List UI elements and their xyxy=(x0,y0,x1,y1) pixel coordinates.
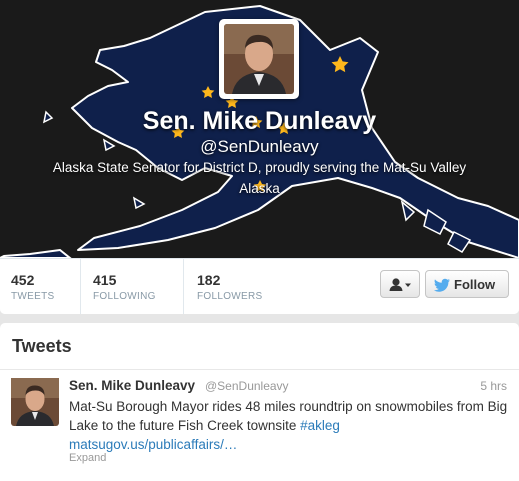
profile-location: Alaska xyxy=(239,181,280,196)
profile-bio-line: Alaska State Senator for District D, pro… xyxy=(52,160,467,175)
stat-label: FOLLOWERS xyxy=(197,291,263,302)
tweet-author-handle[interactable]: @SenDunleavy xyxy=(205,379,289,393)
user-actions-button[interactable] xyxy=(380,270,420,298)
bird-icon xyxy=(433,278,450,292)
profile-header: Sen. Mike Dunleavy @SenDunleavy Alaska S… xyxy=(0,0,519,258)
profile-handle[interactable]: @SenDunleavy xyxy=(0,137,519,157)
profile-card: Sen. Mike Dunleavy @SenDunleavy Alaska S… xyxy=(0,0,519,314)
follow-button[interactable]: Follow xyxy=(425,270,509,298)
tweet-item[interactable]: Sen. Mike Dunleavy @SenDunleavy 5 hrs Ma… xyxy=(0,370,519,481)
stat-value: 452 xyxy=(11,272,35,288)
tweets-heading: Tweets xyxy=(12,336,72,356)
tweet-hashtag[interactable]: #akleg xyxy=(300,418,340,433)
avatar-image xyxy=(224,24,294,94)
tweet-text: Mat-Su Borough Mayor rides 48 miles roun… xyxy=(69,397,509,454)
stat-divider xyxy=(80,259,81,314)
follow-button-label: Follow xyxy=(454,277,496,292)
profile-avatar[interactable] xyxy=(219,19,299,99)
stat-value: 182 xyxy=(197,272,221,288)
stat-value: 415 xyxy=(93,272,117,288)
tweet-expand-link[interactable]: Expand xyxy=(69,452,106,464)
tweet-avatar[interactable] xyxy=(11,378,59,426)
stat-divider xyxy=(183,259,184,314)
profile-bio: Alaska State Senator for District D, pro… xyxy=(20,157,499,199)
stat-label: TWEETS xyxy=(11,291,55,302)
tweet-body: Mat-Su Borough Mayor rides 48 miles roun… xyxy=(69,399,508,433)
stat-label: FOLLOWING xyxy=(93,291,156,302)
user-dropdown-icon xyxy=(389,278,411,291)
tweets-panel: Tweets Sen. Mike Dunleavy @SenDunleavy 5… xyxy=(0,323,519,481)
tweet-author-name[interactable]: Sen. Mike Dunleavy xyxy=(69,378,195,393)
tweet-link[interactable]: matsugov.us/publicaffairs/… xyxy=(69,437,237,452)
profile-name: Sen. Mike Dunleavy xyxy=(142,107,377,135)
tweet-timestamp[interactable]: 5 hrs xyxy=(480,379,507,393)
